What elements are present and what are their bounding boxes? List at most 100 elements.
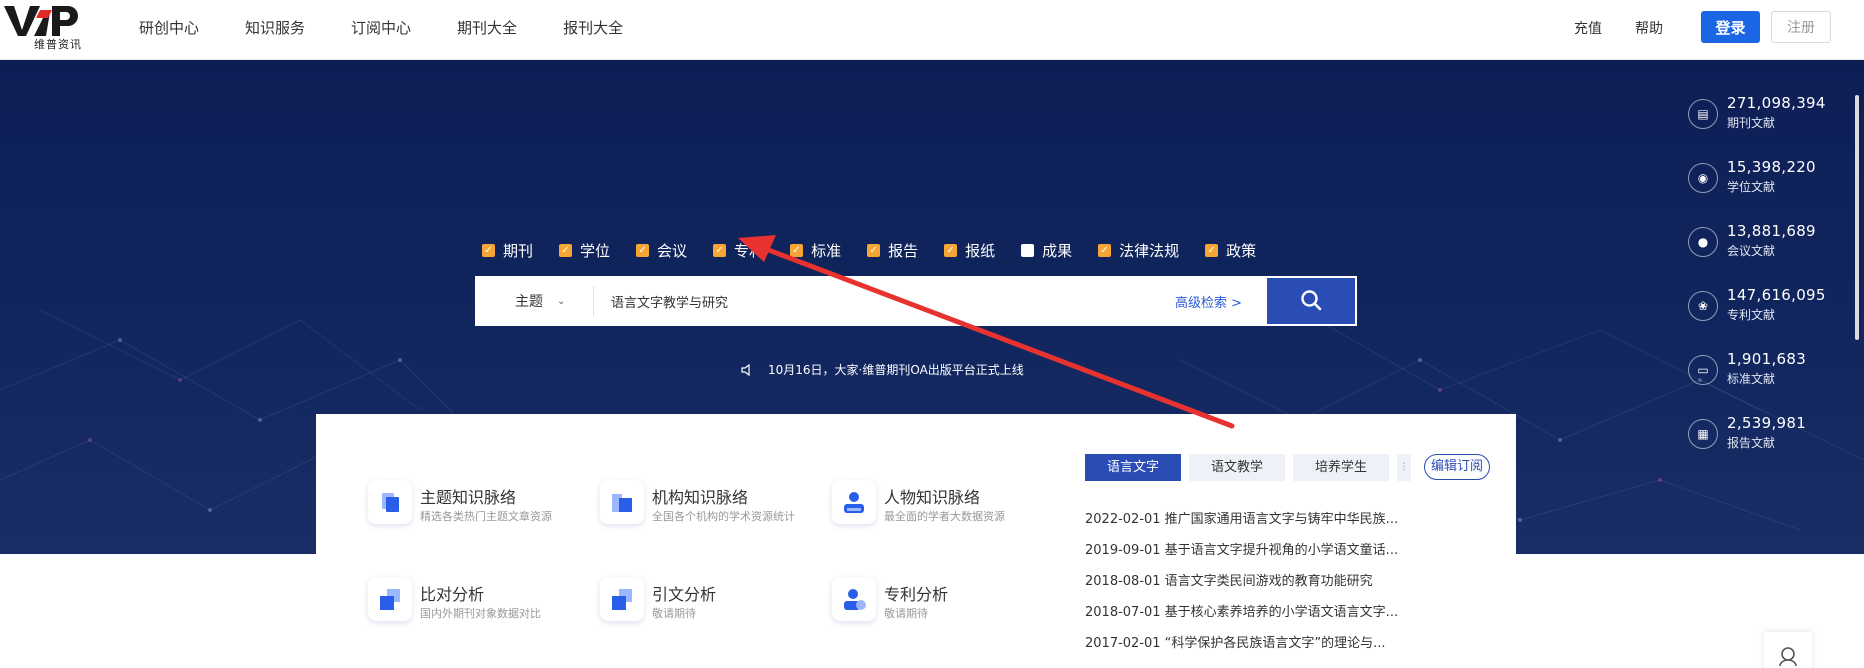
search-input[interactable] bbox=[611, 286, 1111, 316]
feature-title: 机构知识脉络 bbox=[652, 488, 749, 507]
topic-knowledge-icon bbox=[368, 480, 412, 524]
top-header: 维普资讯 研创中心 知识服务 订阅中心 期刊大全 报刊大全 充值 帮助 登录 注… bbox=[0, 0, 1864, 60]
logo-subtitle: 维普资讯 bbox=[34, 38, 82, 51]
feature-title: 引文分析 bbox=[652, 585, 717, 604]
tab-overflow[interactable]: ⁝ bbox=[1397, 454, 1411, 481]
feature-comparison[interactable]: 比对分析 国内外期刊对象数据对比 bbox=[368, 575, 588, 635]
login-button[interactable]: 登录 bbox=[1701, 11, 1760, 43]
stat-value: 2,539,981 bbox=[1727, 414, 1807, 432]
stat-patent: ❀ 147,616,095 专利文献 bbox=[1688, 286, 1858, 336]
nav-research-center[interactable]: 研创中心 bbox=[139, 17, 199, 38]
recharge-link[interactable]: 充值 bbox=[1574, 18, 1602, 38]
patent-analysis-icon bbox=[832, 577, 876, 621]
stat-label: 专利文献 bbox=[1727, 308, 1776, 322]
stat-label: 学位文献 bbox=[1727, 180, 1776, 194]
speaker-icon bbox=[741, 363, 750, 376]
tab-student-training[interactable]: 培养学生 bbox=[1293, 454, 1389, 481]
checkbox-checked-icon: ✓ bbox=[944, 244, 958, 257]
subscription-tabs: 语言文字 语文教学 培养学生 ⁝ bbox=[1085, 454, 1419, 481]
checkbox-checked-icon: ✓ bbox=[867, 244, 881, 257]
filter-journal[interactable]: ✓ 期刊 bbox=[482, 240, 533, 261]
scrollbar-thumb[interactable] bbox=[1855, 95, 1859, 340]
checkbox-checked-icon: ✓ bbox=[482, 244, 495, 257]
feature-citation[interactable]: 引文分析 敬请期待 bbox=[600, 575, 820, 635]
comparison-icon bbox=[368, 577, 412, 621]
help-link[interactable]: 帮助 bbox=[1635, 18, 1663, 38]
feature-subtitle: 全国各个机构的学术资源统计 bbox=[652, 510, 795, 523]
service-card: 主题知识脉络 精选各类热门主题文章资源 机构知识脉络 全国各个机构的学术资源统计… bbox=[316, 414, 1516, 668]
stat-value: 147,616,095 bbox=[1727, 286, 1826, 304]
search-button[interactable] bbox=[1267, 278, 1355, 324]
feature-person-knowledge[interactable]: 人物知识脉络 最全面的学者大数据资源 bbox=[832, 478, 1052, 538]
stat-report: ▦ 2,539,981 报告文献 bbox=[1688, 414, 1858, 464]
checkbox-checked-icon: ✓ bbox=[790, 244, 804, 257]
stat-journal: ▤ 271,098,394 期刊文献 bbox=[1688, 94, 1858, 144]
nav-subscription-center[interactable]: 订阅中心 bbox=[351, 17, 411, 38]
stat-value: 15,398,220 bbox=[1727, 158, 1816, 176]
stat-value: 13,881,689 bbox=[1727, 222, 1816, 240]
nav-newspapers[interactable]: 报刊大全 bbox=[563, 17, 623, 38]
stat-value: 1,901,683 bbox=[1727, 350, 1807, 368]
filter-degree[interactable]: ✓ 学位 bbox=[559, 240, 610, 261]
announcement[interactable]: 10月16日，大家·维普期刊OA出版平台正式上线 bbox=[740, 361, 1024, 378]
checkbox-checked-icon: ✓ bbox=[636, 244, 650, 257]
filter-patent[interactable]: ✓ 专利 bbox=[713, 240, 764, 261]
edit-subscription-button[interactable]: 编辑订阅 bbox=[1424, 454, 1491, 480]
filter-newspaper[interactable]: ✓ 报纸 bbox=[944, 240, 995, 261]
stat-standard: ▭ 1,901,683 标准文献 bbox=[1688, 350, 1858, 400]
conference-icon: ● bbox=[1688, 227, 1718, 257]
journal-icon: ▤ bbox=[1688, 99, 1718, 129]
vip-logo[interactable]: 维普资讯 bbox=[4, 4, 84, 54]
stat-conference: ● 13,881,689 会议文献 bbox=[1688, 222, 1858, 272]
search-divider bbox=[593, 286, 594, 316]
stat-label: 会议文献 bbox=[1727, 244, 1776, 258]
patent-icon: ❀ bbox=[1688, 291, 1718, 321]
stat-label: 标准文献 bbox=[1727, 372, 1776, 386]
customer-service-icon bbox=[1779, 647, 1797, 667]
feature-patent-analysis[interactable]: 专利分析 敬请期待 bbox=[832, 575, 1052, 635]
nav-knowledge-service[interactable]: 知识服务 bbox=[245, 17, 305, 38]
register-button[interactable]: 注册 bbox=[1771, 11, 1831, 43]
standard-icon: ▭ bbox=[1688, 355, 1718, 385]
feature-subtitle: 敬请期待 bbox=[884, 607, 928, 620]
person-knowledge-icon bbox=[832, 480, 876, 524]
tab-chinese-teaching[interactable]: 语文教学 bbox=[1189, 454, 1285, 481]
filter-policy[interactable]: ✓ 政策 bbox=[1205, 240, 1256, 261]
list-item[interactable]: 2018-08-01 语言文字类民间游戏的教育功能研究 bbox=[1085, 570, 1398, 601]
main-nav: 研创中心 知识服务 订阅中心 期刊大全 报刊大全 bbox=[139, 0, 669, 54]
degree-icon: ◉ bbox=[1688, 163, 1718, 193]
feature-subtitle: 敬请期待 bbox=[652, 607, 696, 620]
customer-service-button[interactable] bbox=[1764, 632, 1812, 668]
advanced-search-link[interactable]: 高级检索 > bbox=[1175, 292, 1242, 311]
feature-subtitle: 国内外期刊对象数据对比 bbox=[420, 607, 541, 620]
filter-conference[interactable]: ✓ 会议 bbox=[636, 240, 687, 261]
list-item[interactable]: 2018-07-01 基于核心素养培养的小学语文语言文字... bbox=[1085, 601, 1398, 632]
subscription-list: 2022-02-01 推广国家通用语言文字与铸牢中华民族... 2019-09-… bbox=[1085, 508, 1398, 663]
stat-value: 271,098,394 bbox=[1727, 94, 1826, 112]
list-item[interactable]: 2019-09-01 基于语言文字提升视角的小学语文童话... bbox=[1085, 539, 1398, 570]
vip-logo-mark bbox=[4, 6, 78, 36]
filter-standard[interactable]: ✓ 标准 bbox=[790, 240, 841, 261]
feature-org-knowledge[interactable]: 机构知识脉络 全国各个机构的学术资源统计 bbox=[600, 478, 820, 538]
feature-topic-knowledge[interactable]: 主题知识脉络 精选各类热门主题文章资源 bbox=[368, 478, 588, 538]
filter-achievement[interactable]: 成果 bbox=[1021, 240, 1072, 261]
checkbox-checked-icon: ✓ bbox=[713, 244, 727, 257]
citation-icon bbox=[600, 577, 644, 621]
feature-title: 人物知识脉络 bbox=[884, 488, 981, 507]
search-icon bbox=[1301, 289, 1322, 310]
search-field-select[interactable]: 主题 ⌄ bbox=[515, 291, 565, 311]
checkbox-checked-icon: ✓ bbox=[559, 244, 573, 257]
resource-type-filters: ✓ 期刊 ✓ 学位 ✓ 会议 ✓ 专利 ✓ 标准 ✓ 报告 ✓ 报纸 成果 ✓ 法律法规 ✓ 政策 bbox=[482, 240, 1282, 261]
nav-journals[interactable]: 期刊大全 bbox=[457, 17, 517, 38]
stat-label: 报告文献 bbox=[1727, 436, 1776, 450]
stat-label: 期刊文献 bbox=[1727, 116, 1776, 130]
feature-title: 主题知识脉络 bbox=[420, 488, 517, 507]
filter-law[interactable]: ✓ 法律法规 bbox=[1098, 240, 1179, 261]
checkbox-unchecked-icon bbox=[1021, 244, 1035, 257]
announcement-text: 10月16日，大家·维普期刊OA出版平台正式上线 bbox=[768, 363, 1024, 377]
list-item[interactable]: 2022-02-01 推广国家通用语言文字与铸牢中华民族... bbox=[1085, 508, 1398, 539]
list-item[interactable]: 2017-02-01 “科学保护各民族语言文字”的理论与... bbox=[1085, 632, 1398, 663]
filter-report[interactable]: ✓ 报告 bbox=[867, 240, 918, 261]
tab-language-text[interactable]: 语言文字 bbox=[1085, 454, 1181, 481]
search-field-value: 主题 bbox=[515, 294, 543, 310]
